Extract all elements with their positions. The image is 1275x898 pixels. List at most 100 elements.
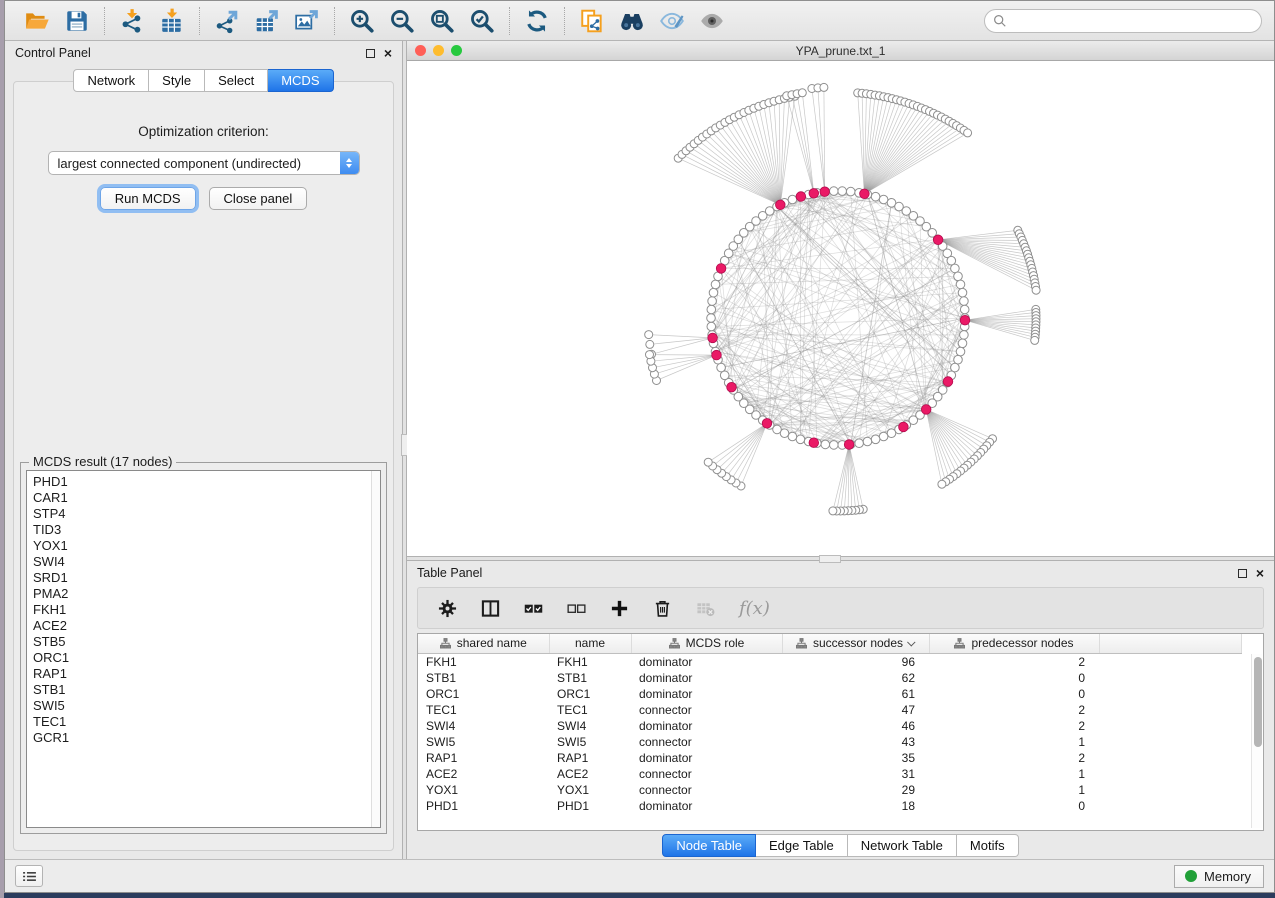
network-window: YPA_prune.txt_1 bbox=[407, 41, 1274, 556]
network-titlebar[interactable]: YPA_prune.txt_1 bbox=[407, 41, 1274, 61]
close-panel-icon[interactable]: × bbox=[384, 48, 392, 58]
refresh-button[interactable] bbox=[517, 5, 557, 37]
export-image-button[interactable] bbox=[287, 5, 327, 37]
add-row-icon bbox=[610, 599, 629, 618]
column-header-successor-nodes[interactable]: successor nodes bbox=[782, 634, 929, 653]
mcds-result-item[interactable]: ORC1 bbox=[33, 650, 380, 666]
table-row[interactable]: FKH1FKH1dominator962 bbox=[418, 653, 1242, 670]
tab-select[interactable]: Select bbox=[205, 69, 268, 92]
table-scrollbar-thumb[interactable] bbox=[1254, 657, 1262, 747]
sort-desc-icon bbox=[907, 638, 915, 646]
splitter-grip[interactable] bbox=[819, 555, 841, 563]
search-network-button[interactable] bbox=[612, 5, 652, 37]
export-table-button[interactable] bbox=[247, 5, 287, 37]
float-window-icon[interactable] bbox=[1238, 569, 1247, 578]
table-row[interactable]: RAP1RAP1dominator352 bbox=[418, 750, 1242, 766]
show-columns-button[interactable] bbox=[481, 599, 500, 618]
table-row[interactable]: STB1STB1dominator620 bbox=[418, 670, 1242, 686]
table-row[interactable]: ACE2ACE2connector311 bbox=[418, 766, 1242, 782]
result-scrollbar[interactable] bbox=[371, 471, 380, 827]
mcds-result-item[interactable]: GCR1 bbox=[33, 730, 380, 746]
table-row[interactable]: YOX1YOX1connector291 bbox=[418, 782, 1242, 798]
function-builder-icon: f(x) bbox=[739, 598, 770, 619]
mcds-result-list[interactable]: PHD1CAR1STP4TID3YOX1SWI4SRD1PMA2FKH1ACE2… bbox=[26, 470, 381, 828]
settings-gear-button[interactable] bbox=[438, 599, 457, 618]
mcds-result-item[interactable]: STB5 bbox=[33, 634, 380, 650]
tab-network-table[interactable]: Network Table bbox=[848, 834, 957, 857]
close-panel-icon[interactable]: × bbox=[1256, 568, 1264, 578]
mcds-result-item[interactable]: SRD1 bbox=[33, 570, 380, 586]
search-box[interactable] bbox=[984, 9, 1262, 33]
run-mcds-button[interactable]: Run MCDS bbox=[100, 187, 196, 210]
mcds-result-item[interactable]: TEC1 bbox=[33, 714, 380, 730]
open-file-icon bbox=[24, 8, 50, 34]
table-row[interactable]: TEC1TEC1connector472 bbox=[418, 702, 1242, 718]
task-history-button[interactable] bbox=[15, 865, 43, 887]
mcds-result-item[interactable]: RAP1 bbox=[33, 666, 380, 682]
zoom-out-button[interactable] bbox=[382, 5, 422, 37]
duplicate-network-button[interactable] bbox=[572, 5, 612, 37]
mcds-result-item[interactable]: PMA2 bbox=[33, 586, 380, 602]
zoom-in-button[interactable] bbox=[342, 5, 382, 37]
table-cell-filler bbox=[1099, 653, 1242, 670]
network-canvas[interactable] bbox=[407, 61, 1274, 556]
table-scrollbar[interactable] bbox=[1251, 654, 1262, 828]
criterion-dropdown-value: largest connected component (undirected) bbox=[49, 156, 340, 171]
open-file-button[interactable] bbox=[17, 5, 57, 37]
mcds-result-item[interactable]: CAR1 bbox=[33, 490, 380, 506]
export-network-button[interactable] bbox=[207, 5, 247, 37]
mcds-result-item[interactable]: YOX1 bbox=[33, 538, 380, 554]
table-row[interactable]: PHD1PHD1dominator180 bbox=[418, 798, 1242, 814]
import-table-button[interactable] bbox=[152, 5, 192, 37]
select-all-button[interactable] bbox=[524, 599, 543, 618]
hide-selected-button[interactable] bbox=[652, 5, 692, 37]
tab-mcds[interactable]: MCDS bbox=[268, 69, 333, 92]
mcds-result-item[interactable]: STB1 bbox=[33, 682, 380, 698]
delete-row-button[interactable] bbox=[653, 599, 672, 618]
tab-node-table[interactable]: Node Table bbox=[662, 834, 756, 857]
tab-edge-table[interactable]: Edge Table bbox=[756, 834, 848, 857]
table-cell: 61 bbox=[782, 686, 929, 702]
delete-table-button bbox=[696, 599, 715, 618]
column-header-name[interactable]: name bbox=[549, 634, 631, 653]
mcds-result-item[interactable]: PHD1 bbox=[33, 474, 380, 490]
memory-button[interactable]: Memory bbox=[1174, 865, 1264, 888]
tab-style[interactable]: Style bbox=[149, 69, 205, 92]
add-row-button[interactable] bbox=[610, 599, 629, 618]
tab-network[interactable]: Network bbox=[73, 69, 149, 92]
float-window-icon[interactable] bbox=[366, 49, 375, 58]
table-panel-title: Table Panel bbox=[417, 566, 482, 580]
column-header-predecessor-nodes[interactable]: predecessor nodes bbox=[929, 634, 1099, 653]
table-cell: STB1 bbox=[418, 670, 549, 686]
mcds-result-item[interactable]: ACE2 bbox=[33, 618, 380, 634]
horizontal-splitter[interactable] bbox=[407, 556, 1274, 561]
show-all-button[interactable] bbox=[692, 5, 732, 37]
mcds-result-item[interactable]: SWI4 bbox=[33, 554, 380, 570]
table-row[interactable]: ORC1ORC1dominator610 bbox=[418, 686, 1242, 702]
mcds-result-item[interactable]: STP4 bbox=[33, 506, 380, 522]
table-row[interactable]: SWI5SWI5connector431 bbox=[418, 734, 1242, 750]
criterion-dropdown[interactable]: largest connected component (undirected) bbox=[48, 151, 360, 175]
mcds-result-item[interactable]: FKH1 bbox=[33, 602, 380, 618]
table-body: FKH1FKH1dominator962STB1STB1dominator620… bbox=[418, 653, 1242, 814]
mcds-result-item[interactable]: SWI5 bbox=[33, 698, 380, 714]
search-input[interactable] bbox=[1013, 13, 1253, 28]
table-cell: TEC1 bbox=[418, 702, 549, 718]
mcds-result-item[interactable]: TID3 bbox=[33, 522, 380, 538]
refresh-icon bbox=[524, 8, 550, 34]
table-row[interactable]: SWI4SWI4dominator462 bbox=[418, 718, 1242, 734]
column-header-shared-name[interactable]: shared name bbox=[418, 634, 549, 653]
control-panel: Control Panel × NetworkStyleSelectMCDS O… bbox=[5, 41, 402, 859]
column-header-MCDS-role[interactable]: MCDS role bbox=[631, 634, 782, 653]
table-cell: FKH1 bbox=[418, 653, 549, 670]
import-network-button[interactable] bbox=[112, 5, 152, 37]
column-label: shared name bbox=[457, 636, 527, 650]
mcds-result-title: MCDS result (17 nodes) bbox=[29, 454, 176, 469]
deselect-all-button[interactable] bbox=[567, 599, 586, 618]
zoom-fit-button[interactable] bbox=[422, 5, 462, 37]
table-header-row: shared name nameMCDS rolesuccessor nodesp… bbox=[418, 634, 1242, 653]
save-session-button[interactable] bbox=[57, 5, 97, 37]
tab-motifs[interactable]: Motifs bbox=[957, 834, 1019, 857]
close-panel-button[interactable]: Close panel bbox=[209, 187, 308, 210]
zoom-selected-button[interactable] bbox=[462, 5, 502, 37]
